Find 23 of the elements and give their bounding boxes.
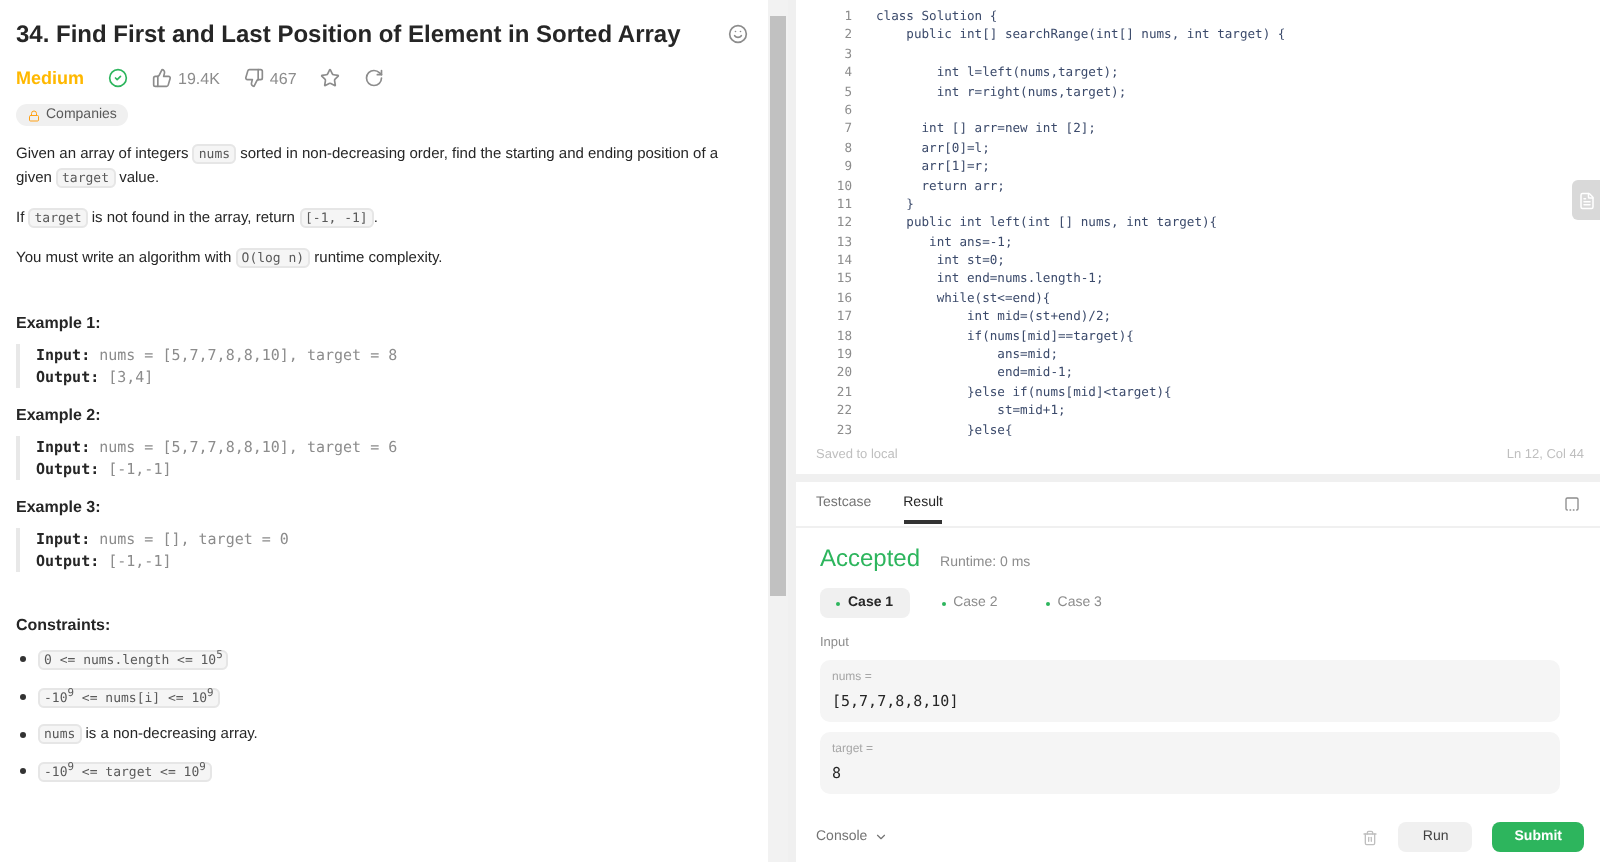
code-editor[interactable] — [796, 0, 1600, 474]
example-heading: Example 2: — [16, 406, 103, 424]
lock-icon — [28, 109, 40, 121]
difficulty-label: Medium — [16, 68, 85, 88]
bullet-icon — [20, 694, 26, 701]
example-heading: Example 1: — [16, 314, 103, 332]
trash-icon[interactable] — [1362, 829, 1379, 845]
thumbs-up-icon[interactable] — [152, 68, 173, 88]
dislikes-count: 467 — [269, 69, 297, 87]
example-heading: Example 3: — [16, 498, 103, 516]
scrollbar[interactable] — [768, 0, 788, 862]
likes-count: 19.4K — [178, 69, 220, 87]
chevron-down-icon — [873, 830, 888, 844]
bullet-icon — [20, 768, 26, 775]
layout-icon[interactable] — [1564, 496, 1580, 512]
star-icon[interactable] — [320, 68, 341, 88]
smile-icon[interactable] — [728, 24, 748, 44]
thumbs-down-icon[interactable] — [243, 68, 264, 88]
problem-title: 34. Find First and Last Position of Element in Sorted Array — [16, 20, 681, 48]
status-label: Accepted — [820, 544, 921, 572]
constraints-heading: Constraints: — [16, 616, 113, 634]
bullet-icon — [20, 731, 26, 738]
bullet-icon — [20, 656, 26, 663]
